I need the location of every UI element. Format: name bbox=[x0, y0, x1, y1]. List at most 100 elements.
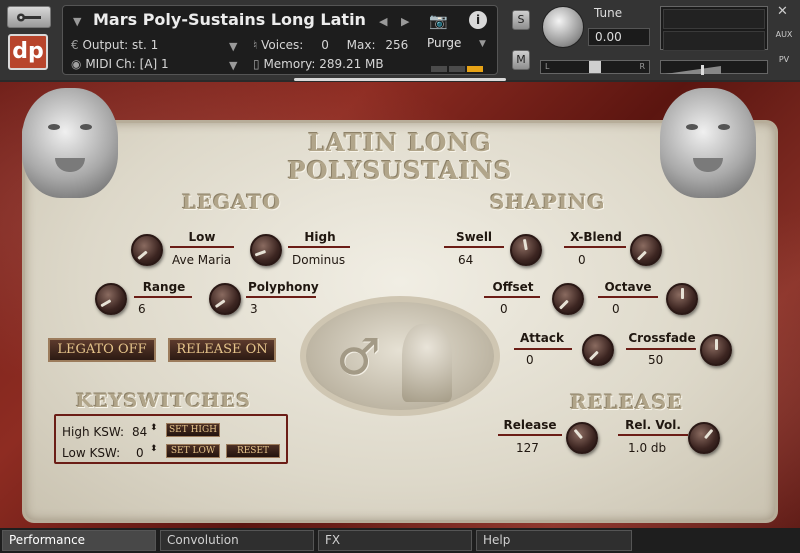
close-icon[interactable]: ✕ bbox=[777, 4, 788, 19]
volume-slider[interactable] bbox=[660, 60, 768, 75]
legato-off-button[interactable]: LEGATO OFF bbox=[48, 338, 156, 362]
instrument-info-panel: ▼ Mars Poly-Sustains Long Latin ◀ ▶ 📷 i … bbox=[62, 5, 498, 75]
purge-dropdown[interactable]: Purge ▼ bbox=[427, 36, 491, 54]
warrior-relief bbox=[402, 324, 452, 402]
octave-value: 0 bbox=[612, 302, 620, 316]
volume-ramp-icon bbox=[665, 65, 721, 75]
range-underline bbox=[134, 296, 192, 298]
max-label: Max: bbox=[346, 38, 376, 52]
offset-value: 0 bbox=[500, 302, 508, 316]
polyphony-value: 3 bbox=[250, 302, 258, 316]
attack-underline bbox=[514, 348, 572, 350]
memory-row: ▯ Memory: 289.21 MB bbox=[253, 55, 384, 73]
voices-icon: ♮ bbox=[253, 38, 258, 52]
release-knob[interactable] bbox=[566, 422, 598, 454]
low-label: Low bbox=[188, 230, 216, 244]
offset-label: Offset bbox=[492, 280, 534, 294]
tune-knob[interactable] bbox=[542, 6, 584, 48]
info-icon[interactable]: i bbox=[469, 11, 487, 29]
output-value: st. 1 bbox=[132, 38, 159, 52]
attack-knob[interactable] bbox=[582, 334, 614, 366]
level-meter-left bbox=[663, 9, 765, 29]
relvol-underline bbox=[618, 434, 688, 436]
pv-button[interactable]: PV bbox=[774, 55, 794, 64]
release-heading: RELEASE bbox=[570, 390, 684, 414]
swell-knob[interactable] bbox=[510, 234, 542, 266]
swell-underline bbox=[444, 246, 504, 248]
tab-performance[interactable]: Performance bbox=[2, 530, 156, 551]
high-ksw-value[interactable]: 84 bbox=[132, 425, 147, 439]
octave-knob[interactable] bbox=[666, 283, 698, 315]
midi-row[interactable]: ◉ MIDI Ch: [A] 1 bbox=[71, 55, 169, 73]
shaping-heading: SHAPING bbox=[490, 190, 606, 214]
xblend-underline bbox=[564, 246, 626, 248]
output-label: Output: bbox=[82, 38, 129, 52]
max-voices-value[interactable]: 256 bbox=[385, 38, 408, 52]
midi-icon: ◉ bbox=[71, 57, 82, 71]
range-value: 6 bbox=[138, 302, 146, 316]
release-on-button[interactable]: RELEASE ON bbox=[168, 338, 276, 362]
collapse-arrow-icon[interactable]: ▼ bbox=[73, 15, 81, 28]
pan-slider[interactable]: L R bbox=[540, 60, 650, 74]
tab-convolution[interactable]: Convolution bbox=[160, 530, 314, 551]
set-high-button[interactable]: SET HIGH bbox=[166, 423, 220, 437]
crossfade-label: Crossfade bbox=[628, 331, 696, 345]
camera-icon[interactable]: 📷 bbox=[429, 12, 451, 30]
purge-dropdown-icon: ▼ bbox=[479, 39, 486, 49]
release-value: 127 bbox=[516, 441, 539, 455]
output-dropdown-icon[interactable]: ▼ bbox=[229, 40, 237, 53]
high-label: High bbox=[304, 230, 336, 244]
reset-button[interactable]: RESET bbox=[226, 444, 280, 458]
purge-label: Purge bbox=[427, 36, 462, 50]
pan-left-label: L bbox=[545, 62, 550, 71]
release-underline bbox=[498, 434, 562, 436]
release-label: Release bbox=[503, 418, 557, 432]
prev-instrument-icon[interactable]: ◀ bbox=[379, 15, 387, 28]
relvol-value: 1.0 db bbox=[628, 441, 667, 455]
purge-meter-segment bbox=[467, 66, 483, 72]
wrench-button[interactable] bbox=[7, 6, 51, 28]
aux-button[interactable]: AUX bbox=[774, 30, 794, 39]
high-ksw-label: High KSW: bbox=[62, 425, 125, 439]
midi-value: [A] 1 bbox=[139, 57, 169, 71]
next-instrument-icon[interactable]: ▶ bbox=[401, 15, 409, 28]
tab-bar: Performance Convolution FX Help bbox=[0, 528, 800, 553]
mars-medallion: ♂ bbox=[300, 296, 500, 416]
polyphony-knob[interactable] bbox=[209, 283, 241, 315]
high-ksw-stepper-icon[interactable]: ⬍ bbox=[150, 423, 158, 433]
tab-fx[interactable]: FX bbox=[318, 530, 472, 551]
output-row[interactable]: € Output: st. 1 bbox=[71, 36, 158, 54]
polyphony-underline bbox=[246, 296, 316, 298]
set-low-button[interactable]: SET LOW bbox=[166, 444, 220, 458]
relvol-knob[interactable] bbox=[688, 422, 720, 454]
brand-logo: dp bbox=[8, 34, 48, 70]
instrument-name[interactable]: Mars Poly-Sustains Long Latin bbox=[93, 10, 366, 29]
tune-value[interactable]: 0.00 bbox=[588, 28, 650, 46]
attack-value: 0 bbox=[526, 353, 534, 367]
memory-value: 289.21 MB bbox=[319, 57, 384, 71]
offset-knob[interactable] bbox=[552, 283, 584, 315]
low-ksw-value[interactable]: 0 bbox=[136, 446, 144, 460]
wrench-icon bbox=[17, 13, 41, 22]
low-knob[interactable] bbox=[131, 234, 163, 266]
voices-value: 0 bbox=[321, 38, 329, 52]
tab-help[interactable]: Help bbox=[476, 530, 632, 551]
high-value: Dominus bbox=[292, 253, 346, 267]
panel-title-line2: POLYSUSTAINS bbox=[287, 156, 513, 185]
memory-icon: ▯ bbox=[253, 57, 260, 71]
xblend-knob[interactable] bbox=[630, 234, 662, 266]
mars-symbol-icon: ♂ bbox=[336, 328, 381, 386]
mute-button[interactable]: M bbox=[512, 50, 530, 70]
header-scroll-strip bbox=[294, 78, 506, 81]
low-ksw-stepper-icon[interactable]: ⬍ bbox=[150, 444, 158, 454]
range-knob[interactable] bbox=[95, 283, 127, 315]
midi-dropdown-icon[interactable]: ▼ bbox=[229, 59, 237, 72]
offset-underline bbox=[484, 296, 540, 298]
low-ksw-label: Low KSW: bbox=[62, 446, 121, 460]
lion-head-right bbox=[660, 88, 756, 198]
crossfade-knob[interactable] bbox=[700, 334, 732, 366]
attack-label: Attack bbox=[520, 331, 564, 345]
solo-button[interactable]: S bbox=[512, 10, 530, 30]
high-knob[interactable] bbox=[250, 234, 282, 266]
pan-handle[interactable] bbox=[589, 61, 601, 73]
